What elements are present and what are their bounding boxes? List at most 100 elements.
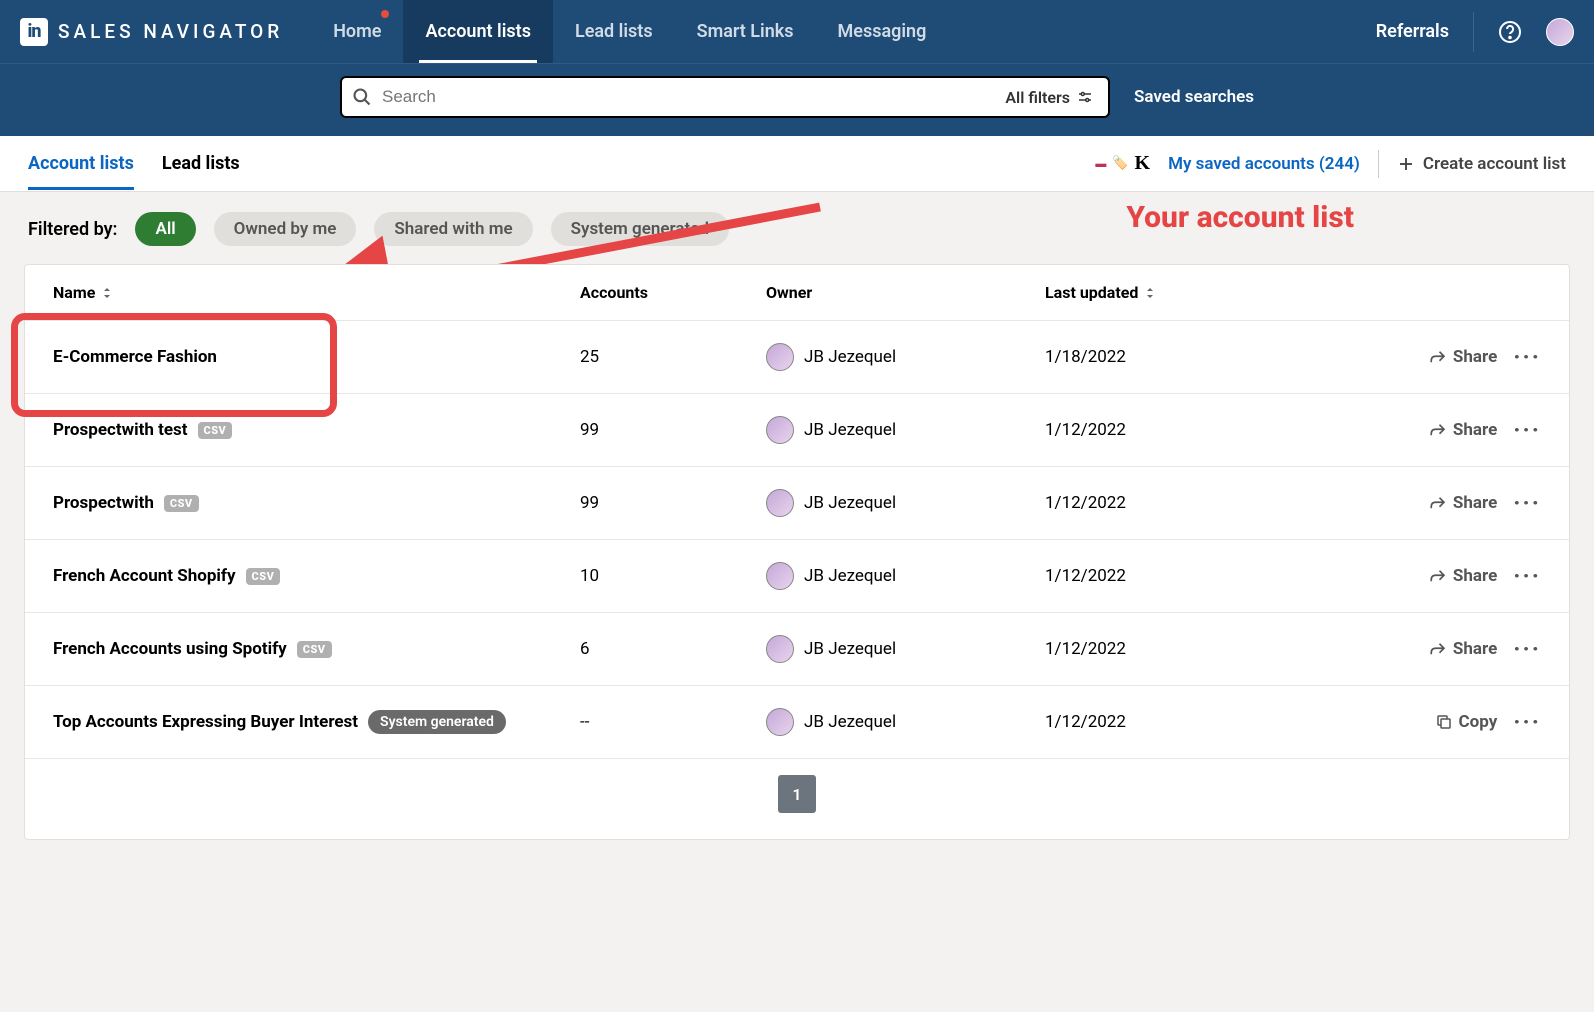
table-row[interactable]: French Accounts using Spotify CSV 6 JB Jeze… xyxy=(25,612,1569,685)
share-button[interactable]: Share xyxy=(1429,639,1497,659)
filter-pill-owned-by-me[interactable]: Owned by me xyxy=(214,212,357,246)
owner-cell: JB Jezequel xyxy=(766,416,1045,444)
logo-block[interactable]: in SALES NAVIGATOR xyxy=(20,18,283,46)
notification-dot-icon xyxy=(381,10,389,18)
owner-cell: JB Jezequel xyxy=(766,489,1045,517)
filter-pill-shared-with-me[interactable]: Shared with me xyxy=(374,212,532,246)
name-cell: French Account Shopify CSV xyxy=(53,566,580,586)
linkedin-logo-icon: in xyxy=(20,18,48,46)
row-actions: Share··· xyxy=(1324,493,1541,513)
owner-name: JB Jezequel xyxy=(804,712,896,732)
user-avatar[interactable] xyxy=(1546,18,1574,46)
share-button[interactable]: Share xyxy=(1429,420,1497,440)
subtab-lead-lists[interactable]: Lead lists xyxy=(162,138,240,189)
owner-name: JB Jezequel xyxy=(804,639,896,659)
list-name[interactable]: French Accounts using Spotify xyxy=(53,639,287,659)
nav-items: Home Account lists Lead lists Smart Link… xyxy=(311,0,948,63)
saved-searches-link[interactable]: Saved searches xyxy=(1134,87,1254,107)
owner-name: JB Jezequel xyxy=(804,493,896,513)
accounts-count: 10 xyxy=(580,566,766,586)
account-lists-table: Name Accounts Owner Last updated E-Comme… xyxy=(24,264,1570,840)
table-header: Name Accounts Owner Last updated xyxy=(25,265,1569,320)
list-name[interactable]: Prospectwith xyxy=(53,493,154,513)
separator xyxy=(1473,12,1474,52)
sort-icon xyxy=(1144,287,1156,299)
nav-account-lists-label: Account lists xyxy=(425,21,531,42)
owner-avatar xyxy=(766,343,794,371)
owner-avatar xyxy=(766,562,794,590)
nav-account-lists[interactable]: Account lists xyxy=(403,0,553,63)
share-icon xyxy=(1429,640,1447,658)
filter-pill-all[interactable]: All xyxy=(135,212,195,246)
owner-cell: JB Jezequel xyxy=(766,343,1045,371)
csv-badge: CSV xyxy=(297,641,332,658)
nav-referrals[interactable]: Referrals xyxy=(1376,21,1449,42)
name-cell: French Accounts using Spotify CSV xyxy=(53,639,580,659)
search-input[interactable] xyxy=(382,87,991,107)
pagination: 1 xyxy=(25,758,1569,839)
last-updated: 1/12/2022 xyxy=(1045,566,1324,586)
all-filters-button[interactable]: All filters xyxy=(991,78,1108,116)
my-saved-accounts-link[interactable]: My saved accounts (244) xyxy=(1168,154,1360,174)
accounts-count: -- xyxy=(580,712,766,732)
share-button[interactable]: Share xyxy=(1429,493,1497,513)
share-icon xyxy=(1429,348,1447,366)
filter-row: Filtered by: All Owned by me Shared with… xyxy=(0,192,1594,264)
separator xyxy=(1378,150,1379,178)
accounts-count: 6 xyxy=(580,639,766,659)
last-updated: 1/12/2022 xyxy=(1045,493,1324,513)
row-actions: Share··· xyxy=(1324,639,1541,659)
row-actions: Share··· xyxy=(1324,347,1541,367)
owner-name: JB Jezequel xyxy=(804,566,896,586)
share-button[interactable]: Share xyxy=(1429,566,1497,586)
table-row[interactable]: E-Commerce Fashion25JB Jezequel1/18/2022… xyxy=(25,320,1569,393)
last-updated: 1/12/2022 xyxy=(1045,639,1324,659)
nav-smart-links[interactable]: Smart Links xyxy=(675,0,816,63)
list-name[interactable]: Prospectwith test xyxy=(53,420,188,440)
th-owner[interactable]: Owner xyxy=(766,283,1045,302)
search-icon xyxy=(352,87,372,107)
page-button-1[interactable]: 1 xyxy=(778,775,816,813)
list-name[interactable]: French Account Shopify xyxy=(53,566,236,586)
th-last-updated[interactable]: Last updated xyxy=(1045,283,1324,302)
nav-lead-lists[interactable]: Lead lists xyxy=(553,0,675,63)
share-icon xyxy=(1429,494,1447,512)
row-actions: Share··· xyxy=(1324,420,1541,440)
last-updated: 1/18/2022 xyxy=(1045,347,1324,367)
table-row[interactable]: French Account Shopify CSV 10 JB Jezequel 1/… xyxy=(25,539,1569,612)
list-name[interactable]: Top Accounts Expressing Buyer Interest xyxy=(53,712,358,732)
owner-name: JB Jezequel xyxy=(804,420,896,440)
table-row[interactable]: Top Accounts Expressing Buyer Interest Sy… xyxy=(25,685,1569,758)
accounts-count: 99 xyxy=(580,420,766,440)
table-row[interactable]: Prospectwith testCSV99JB Jezequel1/12/20… xyxy=(25,393,1569,466)
name-cell: E-Commerce Fashion xyxy=(53,347,580,367)
brand-name: SALES NAVIGATOR xyxy=(58,20,283,43)
name-cell: Top Accounts Expressing Buyer Interest Sy… xyxy=(53,710,580,734)
help-icon[interactable] xyxy=(1498,20,1522,44)
owner-avatar xyxy=(766,635,794,663)
plus-icon xyxy=(1397,155,1415,173)
nav-messaging[interactable]: Messaging xyxy=(816,0,949,63)
row-actions: Copy··· xyxy=(1324,712,1541,732)
nav-messaging-label: Messaging xyxy=(838,21,927,42)
csv-badge: CSV xyxy=(246,568,281,585)
table-row[interactable]: ProspectwithCSV99JB Jezequel1/12/2022Sha… xyxy=(25,466,1569,539)
share-button[interactable]: Share xyxy=(1429,347,1497,367)
name-cell: ProspectwithCSV xyxy=(53,493,580,513)
list-name[interactable]: E-Commerce Fashion xyxy=(53,347,217,367)
name-cell: Prospectwith testCSV xyxy=(53,420,580,440)
th-accounts[interactable]: Accounts xyxy=(580,283,766,302)
last-updated: 1/12/2022 xyxy=(1045,712,1324,732)
nav-home[interactable]: Home xyxy=(311,0,403,63)
filter-pill-system-generated[interactable]: System generated xyxy=(551,212,729,246)
owner-cell: JB Jezequel xyxy=(766,635,1045,663)
owner-avatar xyxy=(766,708,794,736)
all-filters-label: All filters xyxy=(1005,88,1070,107)
share-icon xyxy=(1429,567,1447,585)
th-name[interactable]: Name xyxy=(53,283,580,302)
create-account-list-button[interactable]: Create account list xyxy=(1397,154,1566,174)
copy-button[interactable]: Copy xyxy=(1435,712,1498,732)
subtab-account-lists[interactable]: Account lists xyxy=(28,138,134,189)
filters-icon xyxy=(1076,88,1094,106)
system-generated-badge: System generated xyxy=(368,710,506,734)
